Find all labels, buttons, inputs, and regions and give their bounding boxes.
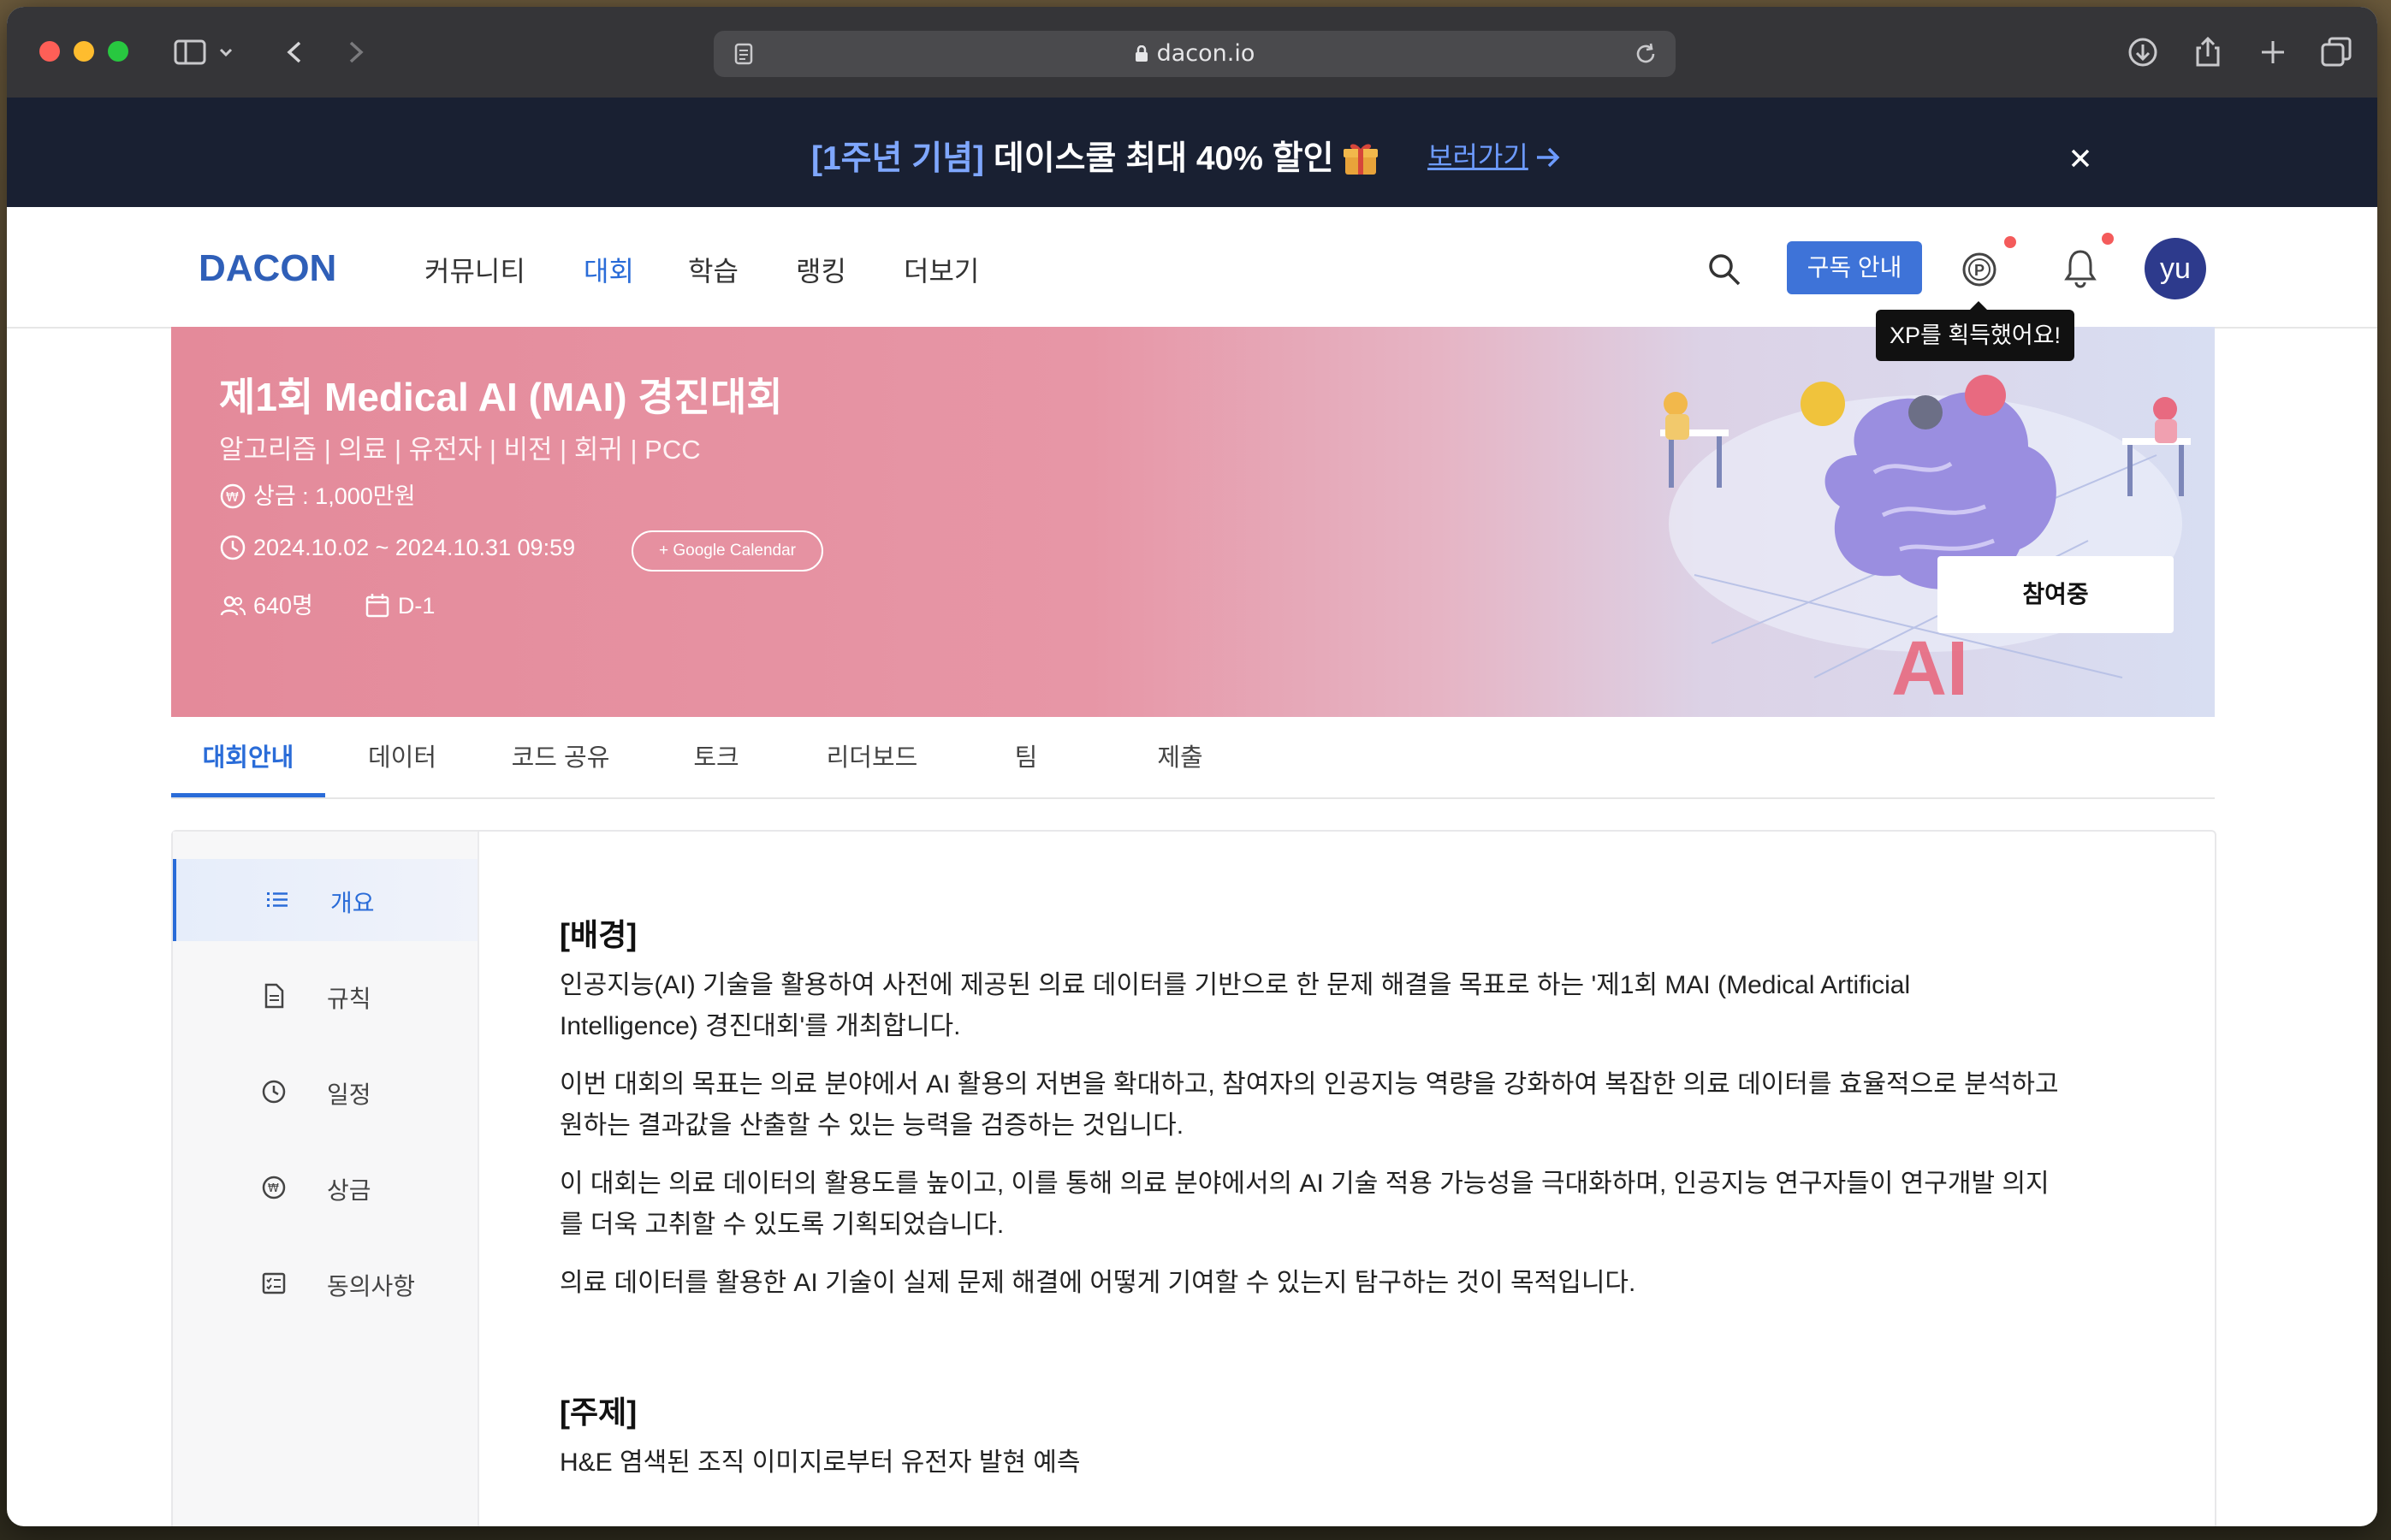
svg-text:₩: ₩ xyxy=(268,1182,279,1195)
sidebar-item-label: 상금 xyxy=(327,1177,371,1204)
nav-competition[interactable]: 대회 xyxy=(584,250,634,289)
nav-community[interactable]: 커뮤니티 xyxy=(424,250,525,289)
svg-text:₩: ₩ xyxy=(226,489,239,505)
checklist-icon xyxy=(262,1272,286,1294)
subscribe-button[interactable]: 구독 안내 xyxy=(1787,241,1922,294)
sidebar-item-label: 일정 xyxy=(327,1081,371,1108)
paragraph-line: Intelligence) 경진대회'를 개최합니다. xyxy=(560,1012,961,1040)
xp-tooltip: XP를 획득했어요! xyxy=(1876,301,2075,361)
browser-toolbar: dacon.io xyxy=(7,7,2377,99)
notification-dot xyxy=(2102,233,2114,245)
tab-data[interactable]: 데이터 xyxy=(325,717,479,797)
address-bar[interactable]: dacon.io xyxy=(714,31,1676,77)
sidebar-item-overview[interactable]: 개요 xyxy=(173,859,478,941)
prize-row: ₩ 상금 : 1,000만원 xyxy=(219,477,415,511)
paragraph-line: 인공지능(AI) 기술을 활용하여 사전에 제공된 의료 데이터를 기반으로 한… xyxy=(560,971,1911,999)
section-heading-topic: [주제] xyxy=(560,1395,638,1430)
sidebar-item-label: 개요 xyxy=(330,890,375,916)
zoom-window-button[interactable] xyxy=(108,41,128,62)
chevron-down-icon[interactable] xyxy=(216,36,236,68)
prize-text: 상금 : 1,000만원 xyxy=(253,483,416,509)
logo-text[interactable]: DACON xyxy=(199,248,336,286)
people-icon xyxy=(220,595,246,616)
arrow-right-icon xyxy=(1536,147,1560,168)
dacon-logo[interactable]: DACON xyxy=(199,248,370,286)
sidebar-item-label: 동의사항 xyxy=(327,1273,416,1300)
svg-text:P: P xyxy=(1974,262,1985,279)
back-icon[interactable] xyxy=(282,36,306,68)
reload-icon[interactable] xyxy=(1633,41,1658,67)
promo-message: 데이스쿨 최대 40% 할인 xyxy=(984,140,1334,177)
forward-icon[interactable] xyxy=(344,36,368,68)
new-tab-icon[interactable] xyxy=(2256,36,2290,68)
close-window-button[interactable] xyxy=(39,41,60,62)
tab-code-share[interactable]: 코드 공유 xyxy=(479,717,642,797)
avatar[interactable]: yu xyxy=(2145,238,2206,299)
participants-text: 640명 xyxy=(253,593,313,619)
section-sidebar: 개요 규칙 일정 ₩ 상금 동의사항 xyxy=(173,832,479,1526)
competition-title: 제1회 Medical AI (MAI) 경진대회 xyxy=(219,375,783,419)
lock-icon xyxy=(1135,45,1148,62)
calendar-icon xyxy=(365,594,389,618)
minimize-window-button[interactable] xyxy=(74,41,94,62)
paragraph-line: 이번 대회의 목표는 의료 분야에서 AI 활용의 저변을 확대하고, 참여자의… xyxy=(560,1070,2059,1099)
paragraph-line: H&E 염색된 조직 이미지로부터 유전자 발현 예측 xyxy=(560,1448,1081,1477)
competition-hero: 제1회 Medical AI (MAI) 경진대회 알고리즘 | 의료 | 유전… xyxy=(171,327,2215,717)
paragraph-line: 의료 데이터를 활용한 AI 기술이 실제 문제 해결에 어떻게 기여할 수 있… xyxy=(560,1269,1636,1297)
sidebar-icon[interactable] xyxy=(173,36,207,68)
won-icon: ₩ xyxy=(220,483,246,509)
sidebar-item-rules[interactable]: 규칙 xyxy=(173,955,478,1037)
tab-talk[interactable]: 토크 xyxy=(642,717,791,797)
paragraph-line: 를 더욱 고취할 수 있도록 기획되었습니다. xyxy=(560,1211,1005,1239)
period-text: 2024.10.02 ~ 2024.10.31 09:59 xyxy=(253,535,576,560)
tabs-overview-icon[interactable] xyxy=(2319,36,2353,68)
tab-leaderboard[interactable]: 리더보드 xyxy=(791,717,953,797)
promo-highlight: [1주년 기념] xyxy=(811,140,985,177)
promo-banner: [1주년 기념] 데이스쿨 최대 40% 할인 보러가기 xyxy=(7,98,2377,207)
competition-tags: 알고리즘 | 의료 | 유전자 | 비전 | 회귀 | PCC xyxy=(219,435,701,465)
brain-illustration: AI xyxy=(1660,375,2191,703)
gift-icon xyxy=(1344,144,1379,175)
nav-ranking[interactable]: 랭킹 xyxy=(796,250,846,289)
join-status-button[interactable]: 참여중 xyxy=(1937,556,2174,633)
tab-overview[interactable]: 대회안내 xyxy=(171,717,325,797)
close-icon[interactable] xyxy=(2068,145,2093,171)
search-icon[interactable] xyxy=(1706,252,1742,287)
url-text: dacon.io xyxy=(1156,40,1255,67)
content-panel: 개요 규칙 일정 ₩ 상금 동의사항 [배경] 인공지능(AI) 기술을 활용하… xyxy=(171,830,2216,1526)
stats-row: 640명 D-1 xyxy=(219,587,435,620)
bell-icon[interactable] xyxy=(2062,248,2098,289)
clock-icon xyxy=(262,1080,286,1104)
download-icon[interactable] xyxy=(2126,36,2160,68)
promo-link[interactable]: 보러가기 xyxy=(1427,135,1563,175)
document-icon xyxy=(264,983,284,1009)
share-icon[interactable] xyxy=(2191,36,2225,68)
tab-submit[interactable]: 제출 xyxy=(1099,717,1261,797)
point-icon[interactable]: P xyxy=(1960,250,1999,289)
google-calendar-button[interactable]: + Google Calendar xyxy=(632,530,823,572)
tab-team[interactable]: 팀 xyxy=(953,717,1099,797)
sidebar-item-prize[interactable]: ₩ 상금 xyxy=(173,1146,478,1229)
won-icon: ₩ xyxy=(262,1176,286,1199)
notification-dot xyxy=(2004,236,2016,248)
clock-icon xyxy=(220,535,246,560)
svg-text:AI: AI xyxy=(1891,626,1968,703)
section-heading-background: [배경] xyxy=(560,917,638,952)
sidebar-item-label: 규칙 xyxy=(327,986,371,1012)
nav-learning[interactable]: 학습 xyxy=(688,250,739,289)
nav-more[interactable]: 더보기 xyxy=(904,250,979,289)
competition-tabs: 대회안내 데이터 코드 공유 토크 리더보드 팀 제출 xyxy=(171,717,2215,799)
promo-text: [1주년 기념] 데이스쿨 최대 40% 할인 xyxy=(811,132,1379,180)
period-row: 2024.10.02 ~ 2024.10.31 09:59 xyxy=(219,534,575,561)
paragraph-line: 원하는 결과값을 산출할 수 있는 능력을 검증하는 것입니다. xyxy=(560,1111,1184,1140)
sidebar-item-schedule[interactable]: 일정 xyxy=(173,1051,478,1133)
paragraph-line: 이 대회는 의료 데이터의 활용도를 높이고, 이를 통해 의료 분야에서의 A… xyxy=(560,1170,2050,1198)
list-icon xyxy=(267,892,288,907)
browser-window: dacon.io [1주년 기념] 데이스쿨 최대 40% 할인 보러가기 DA… xyxy=(7,7,2377,1526)
sidebar-item-agreement[interactable]: 동의사항 xyxy=(173,1242,478,1324)
promo-link-label[interactable]: 보러가기 xyxy=(1427,141,1528,172)
dday-text: D-1 xyxy=(397,593,436,619)
